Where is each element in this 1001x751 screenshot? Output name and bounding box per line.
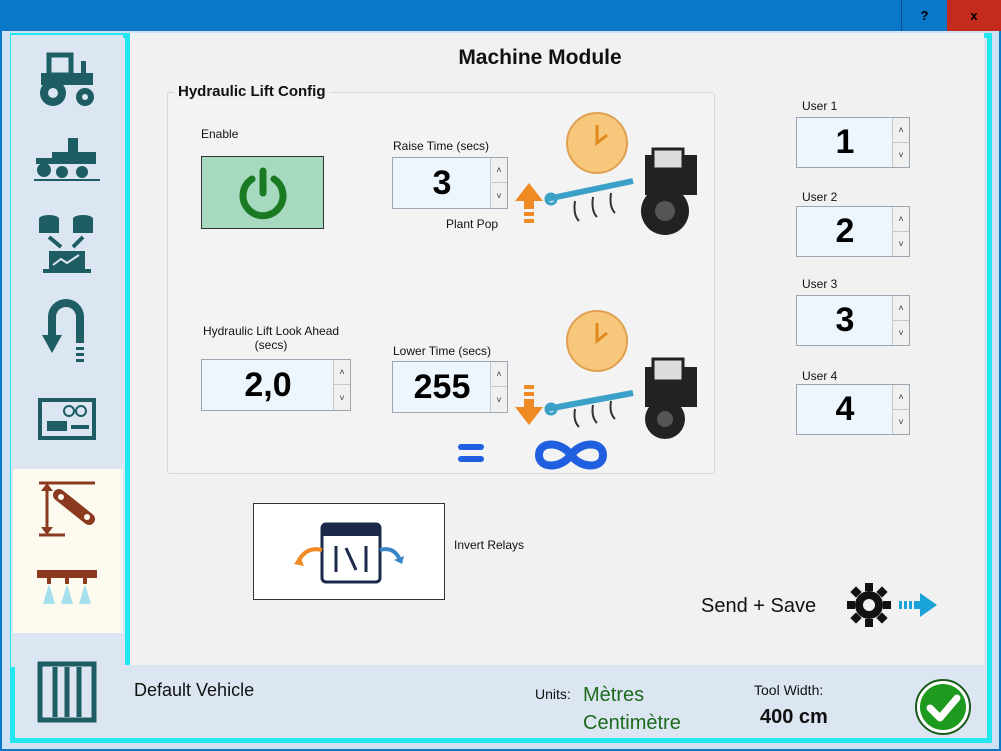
- user-4-buttons: ˄ ˅: [892, 385, 909, 434]
- sprayer-section-icon: [37, 570, 97, 604]
- raise-illustration: [515, 112, 697, 235]
- hydraulic-lift-icon: [39, 481, 95, 537]
- sidebar-item-hydraulic-lift[interactable]: [11, 469, 123, 549]
- infinity-icon: [534, 440, 608, 470]
- user-4-up-button[interactable]: ˄: [893, 385, 909, 410]
- user-2-up-button[interactable]: ˄: [893, 207, 909, 232]
- user-3-down-button[interactable]: ˅: [893, 321, 909, 346]
- lower-time-buttons: ˄ ˅: [490, 362, 507, 412]
- user-3-label: User 3: [802, 277, 838, 291]
- tool-width-label: Tool Width:: [754, 682, 824, 698]
- lower-time-stepper[interactable]: 255 ˄ ˅: [392, 361, 508, 413]
- enable-label: Enable: [201, 127, 239, 141]
- sidebar-item-container[interactable]: [11, 649, 123, 735]
- user-2-label: User 2: [802, 190, 838, 204]
- raise-time-up-button[interactable]: ˄: [491, 158, 507, 183]
- title-bar: ? x: [0, 0, 1001, 31]
- container-icon: [37, 661, 97, 723]
- look-ahead-down-button[interactable]: ˅: [334, 385, 350, 410]
- sidebar-item-tractor[interactable]: [11, 39, 123, 119]
- user-4-label: User 4: [802, 369, 838, 383]
- lower-time-value: 255: [413, 367, 471, 406]
- sidebar-item-planter[interactable]: [11, 119, 123, 199]
- user-1-label: User 1: [802, 99, 838, 113]
- user-3-buttons: ˄ ˅: [892, 296, 909, 345]
- clock-icon: [566, 112, 628, 174]
- lower-illustration: [515, 310, 697, 439]
- page-title: Machine Module: [458, 46, 622, 69]
- user-1-value: 1: [835, 123, 855, 161]
- sidebar-item-uturn[interactable]: [11, 291, 123, 371]
- raise-time-down-button[interactable]: ˅: [491, 183, 507, 208]
- user-3-up-button[interactable]: ˄: [893, 296, 909, 321]
- send-save-label: Send + Save: [701, 595, 817, 617]
- look-ahead-label: Hydraulic Lift Look Ahead (secs): [202, 324, 340, 352]
- lower-time-label: Lower Time (secs): [393, 344, 492, 358]
- close-button[interactable]: x: [947, 0, 1001, 31]
- look-ahead-up-button[interactable]: ˄: [334, 360, 350, 385]
- arrow-down-icon: [515, 385, 543, 425]
- data-transfer-icon: [39, 215, 93, 273]
- tractor-icon: [40, 52, 94, 106]
- look-ahead-buttons: ˄ ˅: [333, 360, 350, 410]
- planter-icon: [34, 138, 100, 181]
- invert-relays-button[interactable]: [253, 503, 445, 600]
- user-4-down-button[interactable]: ˅: [893, 410, 909, 435]
- user-1-down-button[interactable]: ˅: [893, 143, 909, 168]
- units-primary: Mètres: [583, 684, 645, 706]
- enable-toggle[interactable]: [201, 156, 324, 229]
- arrow-up-icon: [515, 183, 543, 223]
- plant-pop-label: Plant Pop: [446, 217, 499, 231]
- send-save-button[interactable]: [847, 583, 943, 627]
- user-1-buttons: ˄ ˅: [892, 118, 909, 167]
- lower-time-down-button[interactable]: ˅: [491, 387, 507, 412]
- arduino-board-icon: [38, 398, 96, 440]
- group-title: Hydraulic Lift Config: [174, 83, 330, 100]
- vehicle-name: Default Vehicle: [134, 680, 255, 700]
- user-2-buttons: ˄ ˅: [892, 207, 909, 256]
- tool-width-value: 400 cm: [760, 706, 828, 728]
- sidebar-item-data[interactable]: [11, 203, 123, 283]
- power-icon: [239, 167, 286, 219]
- invert-relays-label: Invert Relays: [454, 538, 525, 552]
- user-1-stepper[interactable]: 1 ˄ ˅: [796, 117, 910, 168]
- main-panel: Machine Module Hydraulic Lift Config Ena…: [125, 33, 984, 665]
- units-label: Units:: [535, 686, 571, 702]
- u-turn-icon: [42, 299, 84, 362]
- equals-icon: [458, 444, 484, 462]
- look-ahead-stepper[interactable]: 2,0 ˄ ˅: [201, 359, 351, 411]
- tractor-lift-down-icon: [544, 357, 697, 439]
- user-2-stepper[interactable]: 2 ˄ ˅: [796, 206, 910, 257]
- user-3-value: 3: [835, 301, 855, 339]
- gear-icon: [847, 583, 891, 627]
- sidebar-item-arduino[interactable]: [11, 379, 123, 459]
- user-4-value: 4: [835, 390, 855, 428]
- user-4-stepper[interactable]: 4 ˄ ˅: [796, 384, 910, 435]
- raise-time-value: 3: [432, 163, 452, 202]
- raise-time-label: Raise Time (secs): [393, 139, 490, 153]
- relay-invert-icon: [294, 522, 404, 583]
- user-1-up-button[interactable]: ˄: [893, 118, 909, 143]
- lower-time-up-button[interactable]: ˄: [491, 362, 507, 387]
- raise-time-buttons: ˄ ˅: [490, 158, 507, 208]
- sidebar: [11, 35, 123, 723]
- user-3-stepper[interactable]: 3 ˄ ˅: [796, 295, 910, 346]
- units-secondary: Centimètre: [583, 712, 681, 734]
- ok-button[interactable]: [914, 678, 972, 736]
- look-ahead-value: 2,0: [244, 365, 292, 404]
- user-2-down-button[interactable]: ˅: [893, 232, 909, 257]
- clock-icon: [566, 310, 628, 372]
- arrow-right-icon: [899, 593, 937, 617]
- help-button[interactable]: ?: [901, 0, 947, 31]
- raise-time-stepper[interactable]: 3 ˄ ˅: [392, 157, 508, 209]
- user-2-value: 2: [835, 212, 855, 250]
- sidebar-item-sprayer[interactable]: [11, 549, 123, 629]
